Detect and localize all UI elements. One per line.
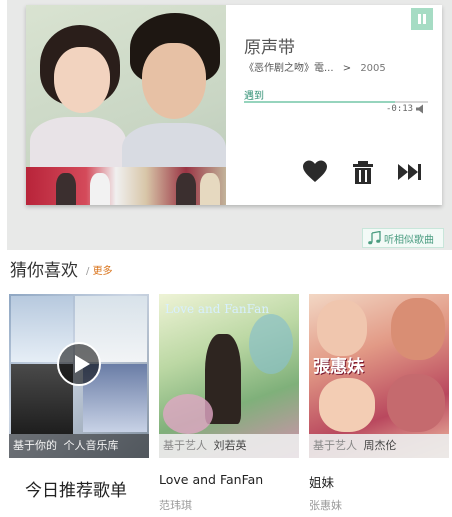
card-title[interactable]: 姐妹 — [309, 472, 334, 491]
album-cover-face-right — [142, 43, 206, 119]
album-cover-strip-figure — [90, 173, 110, 205]
similar-songs-label: 听相似歌曲 — [384, 234, 434, 246]
heart-icon — [303, 160, 327, 182]
card-artist[interactable]: 张惠妹 — [309, 497, 342, 513]
caption-prefix: 基于你的 — [13, 439, 57, 452]
caption-artist: 周杰伦 — [363, 439, 397, 452]
trash-icon — [353, 161, 373, 184]
album-cover-face — [317, 300, 367, 356]
delete-button[interactable] — [350, 159, 376, 185]
caption-prefix: 基于艺人 — [163, 439, 207, 452]
skip-next-icon — [398, 164, 421, 180]
album-info: 《恶作剧之吻》電... > 2005 — [244, 59, 386, 74]
album-cover-decoration — [249, 314, 293, 374]
card-caption: 基于你的 个人音乐库 — [9, 434, 149, 458]
caption-prefix: 基于艺人 — [313, 439, 357, 452]
recommend-card-album[interactable]: 張惠妹 基于艺人 周杰伦 — [309, 294, 449, 458]
volume-icon[interactable] — [416, 104, 426, 114]
play-icon[interactable] — [57, 342, 101, 386]
card-caption: 基于艺人 刘若英 — [159, 434, 299, 458]
current-lyric: 遇到 — [244, 91, 264, 102]
like-button[interactable] — [302, 159, 328, 185]
caption-artist: 刘若英 — [213, 439, 247, 452]
caption-source: 个人音乐库 — [63, 439, 119, 452]
now-playing-card: 原声带 《恶作剧之吻》電... > 2005 遇到 -0:13 — [26, 5, 442, 205]
album-title[interactable]: 《恶作剧之吻》電... — [244, 63, 334, 74]
card-artist[interactable]: 范玮琪 — [159, 497, 192, 513]
time-remaining: -0:13 — [386, 104, 414, 114]
pause-icon — [418, 14, 421, 24]
card-title[interactable]: Love and FanFan — [159, 472, 263, 487]
album-cover-face — [319, 378, 375, 432]
similar-songs-button[interactable]: 听相似歌曲 — [362, 228, 444, 248]
section-title: 猜你喜欢 — [10, 261, 78, 281]
music-note-icon — [368, 231, 381, 245]
release-year: 2005 — [360, 63, 386, 74]
more-label[interactable]: 更多 — [93, 266, 113, 277]
album-cover-face — [387, 374, 445, 432]
album-cover-text: Love and FanFan — [165, 302, 270, 316]
card-title[interactable]: 今日推荐歌单 — [25, 476, 127, 501]
more-link[interactable]: / 更多 — [86, 262, 113, 277]
album-cover-strip-figure — [176, 173, 196, 205]
album-cover-strip-figure — [56, 173, 76, 205]
progress-bar[interactable] — [244, 101, 428, 103]
album-cover-figure-right — [122, 13, 226, 185]
card-caption: 基于艺人 周杰伦 — [309, 434, 449, 458]
album-cover — [26, 5, 226, 205]
album-cover-strip — [26, 167, 226, 205]
recommend-card-album[interactable]: Love and FanFan 基于艺人 刘若英 — [159, 294, 299, 458]
recommend-card-personal[interactable]: 基于你的 个人音乐库 — [9, 294, 149, 458]
pause-icon-bar — [423, 14, 426, 24]
progress-fill — [244, 101, 395, 103]
album-arrow-icon[interactable]: > — [343, 63, 351, 74]
next-button[interactable] — [397, 159, 423, 185]
album-cover-text: 張惠妹 — [313, 357, 364, 377]
album-cover-face-left — [54, 47, 110, 113]
album-cover-figure-left — [30, 25, 126, 177]
album-cover-strip-figure — [200, 173, 220, 205]
pause-button[interactable] — [411, 8, 433, 30]
album-cover-decoration — [163, 394, 213, 434]
song-title[interactable]: 原声带 — [244, 33, 295, 58]
album-cover-face — [391, 298, 445, 360]
